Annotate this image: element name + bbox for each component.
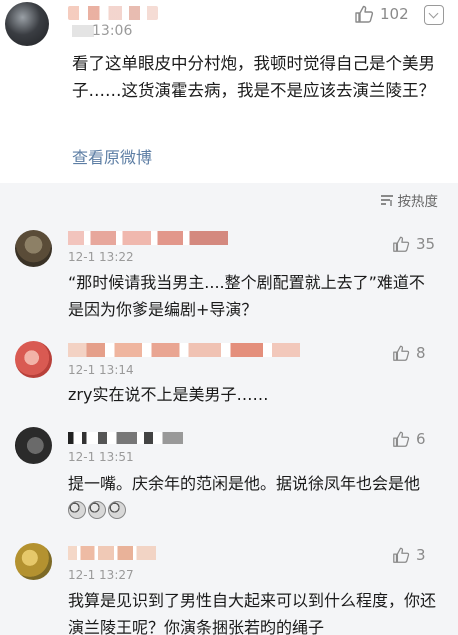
like-count: 3: [416, 546, 426, 564]
avatar[interactable]: [15, 543, 52, 580]
main-post: 13:06 102 看了这单眼皮中分村炮，我顿时觉得自己是个美男子……这货演霍去…: [0, 0, 458, 183]
comment-time: 12-1 13:27: [68, 568, 134, 582]
time-blur: [72, 25, 94, 37]
username-blurred[interactable]: [68, 432, 183, 444]
like-count: 35: [416, 235, 436, 253]
comment-text-body: 提一嘴。庆余年的范闲是他。据说徐凤年也会是他: [68, 474, 421, 493]
crying-emoji-icon: [68, 501, 86, 519]
like-count: 102: [380, 5, 409, 23]
comment-time: 12-1 13:22: [68, 250, 134, 264]
thumbs-up-icon: [393, 236, 410, 252]
thumbs-up-icon: [393, 547, 410, 563]
like-button[interactable]: 6: [392, 430, 426, 448]
avatar[interactable]: [15, 230, 52, 267]
chevron-down-icon[interactable]: [424, 5, 444, 25]
username-blurred[interactable]: [68, 546, 156, 560]
thumbs-up-icon: [393, 345, 410, 361]
comment-time: 12-1 13:14: [68, 363, 134, 377]
like-button[interactable]: 102: [354, 4, 409, 24]
post-text: 看了这单眼皮中分村炮，我顿时觉得自己是个美男子……这货演霍去病，我是不是应该去演…: [72, 54, 435, 100]
like-button[interactable]: 3: [392, 546, 426, 564]
like-button[interactable]: 35: [392, 235, 435, 253]
comment-item: 12-1 13:51 6 提一嘴。庆余年的范闲是他。据说徐凤年也会是他: [0, 415, 458, 530]
like-button[interactable]: 8: [392, 344, 426, 362]
thumbs-up-icon: [393, 431, 410, 447]
username-blurred[interactable]: [68, 231, 228, 245]
comment-text: “那时候请我当男主....整个剧配置就上去了”难道不是因为你爹是编剧+导演？: [68, 273, 425, 319]
view-original-link[interactable]: 查看原微博: [72, 144, 152, 168]
comment-item: 12-1 13:14 8 zry实在说不上是美男子……: [0, 325, 458, 415]
post-time: 13:06: [92, 23, 133, 39]
comment-item: 12-1 13:27 3 我算是见识到了男性自大起来可以到什么程度，你还演兰陵王…: [0, 530, 458, 635]
username-blurred[interactable]: [68, 343, 300, 357]
comment-text: zry实在说不上是美男子……: [68, 385, 269, 404]
comment-text: 提一嘴。庆余年的范闲是他。据说徐凤年也会是他: [68, 470, 438, 524]
like-count: 8: [416, 344, 426, 362]
avatar[interactable]: [5, 2, 49, 46]
comment-item: 12-1 13:22 35 “那时候请我当男主....整个剧配置就上去了”难道不…: [0, 215, 458, 325]
username-blurred[interactable]: [68, 6, 158, 20]
crying-emoji-icon: [88, 501, 106, 519]
comment-text: 我算是见识到了男性自大起来可以到什么程度，你还演兰陵王呢？你演条捆张若昀的绳子: [68, 591, 437, 635]
sort-label: 按热度: [397, 194, 439, 210]
comment-time: 12-1 13:51: [68, 450, 134, 464]
sort-by-hot-button[interactable]: 按热度: [380, 190, 439, 210]
crying-emoji-icon: [108, 501, 126, 519]
avatar[interactable]: [15, 427, 52, 464]
sort-icon: [380, 195, 393, 206]
comment-list: 12-1 13:22 35 “那时候请我当男主....整个剧配置就上去了”难道不…: [0, 215, 458, 635]
thumbs-up-icon: [355, 5, 374, 23]
like-count: 6: [416, 430, 426, 448]
sort-bar: 按热度: [0, 183, 458, 215]
avatar[interactable]: [15, 341, 52, 378]
